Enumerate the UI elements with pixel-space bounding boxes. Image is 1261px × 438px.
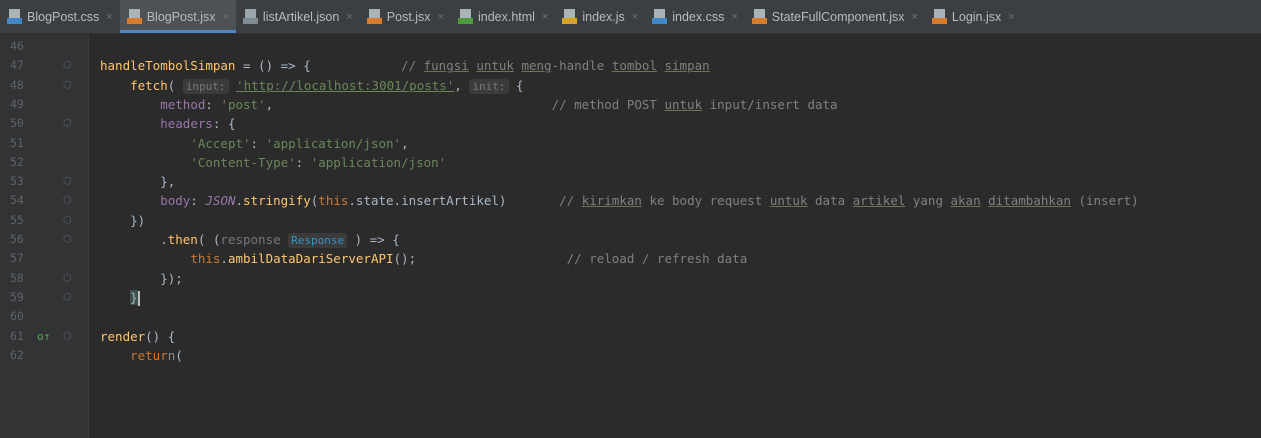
code-line: 59 ⬡ } xyxy=(0,288,1261,307)
tab-label: Post.jsx xyxy=(386,9,431,24)
line-number: 58 xyxy=(10,270,24,285)
code-text: .then( (response Response ) => { xyxy=(100,232,400,248)
code-line: 53 ⬡ }, xyxy=(0,172,1261,191)
fold-marker-icon[interactable]: ⬡ xyxy=(63,114,72,133)
code-line: 49 method: 'post', // method POST untuk … xyxy=(0,95,1261,114)
close-icon[interactable]: × xyxy=(1008,11,1014,23)
line-number: 53 xyxy=(10,174,24,189)
close-icon[interactable]: × xyxy=(346,11,352,23)
line-number: 59 xyxy=(10,289,24,304)
code-text: }); xyxy=(100,270,183,286)
line-number: 57 xyxy=(10,251,24,266)
line-number: 51 xyxy=(10,135,24,150)
line-number: 56 xyxy=(10,232,24,246)
tab-index-js[interactable]: index.js × xyxy=(555,0,645,33)
code-line: 47 ⬡ handleTombolSimpan = () => { // fungs… xyxy=(0,56,1261,75)
text-caret xyxy=(137,290,140,306)
code-text: method: 'post', // method POST untuk inp… xyxy=(160,96,838,112)
tab-statefullcomponent-jsx[interactable]: StateFullComponent.jsx × xyxy=(745,0,925,33)
fold-marker-icon[interactable]: ⬡ xyxy=(63,56,72,75)
fold-marker-icon[interactable]: ⬡ xyxy=(63,211,72,230)
tab-label: listArtikel.json xyxy=(262,9,340,24)
tab-post-jsx[interactable]: Post.jsx × xyxy=(360,0,451,33)
close-icon[interactable]: × xyxy=(542,11,548,23)
close-icon[interactable]: × xyxy=(438,11,444,23)
json-file-icon xyxy=(242,9,258,24)
line-number: 61 xyxy=(10,328,24,343)
code-line: 56 ⬡ .then( (response Response ) => { xyxy=(0,230,1261,249)
line-number: 52 xyxy=(10,154,24,169)
tab-login-jsx[interactable]: Login.jsx × xyxy=(925,0,1022,33)
code-text: }) xyxy=(100,212,146,228)
tab-label: Login.jsx xyxy=(951,9,1002,24)
line-number: 50 xyxy=(10,116,24,131)
jsx-file-icon xyxy=(366,9,382,24)
code-text: handleTombolSimpan = () => { // fungsi u… xyxy=(100,58,710,74)
code-text: fetch( input: 'http://localhost:3001/pos… xyxy=(130,77,524,94)
line-number: 46 xyxy=(10,39,24,53)
code-line: 46 xyxy=(0,37,1261,56)
tab-blogpost-css[interactable]: BlogPost.css × xyxy=(0,0,120,33)
fold-marker-icon[interactable]: ⬡ xyxy=(63,269,72,288)
code-line: 54 ⬡ body: JSON.stringify(this.state.inse… xyxy=(0,191,1261,210)
code-text: headers: { xyxy=(160,116,236,132)
fold-marker-icon[interactable]: ⬡ xyxy=(63,76,72,95)
tab-index-css[interactable]: index.css × xyxy=(645,0,745,33)
fold-marker-icon[interactable]: ⬡ xyxy=(63,288,72,307)
code-text: 'Content-Type': 'application/json' xyxy=(190,154,447,170)
tab-label: index.html xyxy=(477,9,535,24)
code-text: render() { xyxy=(100,328,176,344)
code-line: 58 ⬡ }); xyxy=(0,269,1261,288)
code-line: 50 ⬡ headers: { xyxy=(0,114,1261,133)
tab-listartikel-json[interactable]: listArtikel.json × xyxy=(236,0,360,33)
line-number: 62 xyxy=(10,347,24,362)
close-icon[interactable]: × xyxy=(632,11,638,23)
line-number: 49 xyxy=(10,96,24,111)
css-file-icon xyxy=(7,9,22,24)
jsx-file-icon xyxy=(126,9,142,24)
fold-marker-icon[interactable]: ⬡ xyxy=(63,191,72,210)
code-line: 60 xyxy=(0,307,1261,326)
code-line: 55 ⬡ }) xyxy=(0,211,1261,230)
tab-label: BlogPost.jsx xyxy=(146,9,216,24)
js-file-icon xyxy=(562,9,578,24)
code-line: 48 ⬡ fetch( input: 'http://localhost:3001… xyxy=(0,76,1261,95)
line-number: 47 xyxy=(10,58,24,73)
code-line: 51 'Accept': 'application/json', xyxy=(0,134,1261,153)
code-text: }, xyxy=(100,174,176,190)
tab-label: index.css xyxy=(672,9,725,24)
css-file-icon xyxy=(652,9,668,24)
tab-label: index.js xyxy=(582,9,625,24)
line-number: 55 xyxy=(10,212,24,227)
code-text: return( xyxy=(130,347,183,363)
tab-label: StateFullComponent.jsx xyxy=(771,9,905,24)
code-line: 57 this.ambilDataDariServerAPI(); // rel… xyxy=(0,249,1261,268)
override-method-icon[interactable]: o↑ xyxy=(37,327,50,346)
tab-label: BlogPost.css xyxy=(27,9,100,24)
code-text: 'Accept': 'application/json', xyxy=(190,135,409,151)
code-line: 61 o↑ ⬡ render() { xyxy=(0,327,1261,346)
tab-blogpost-jsx[interactable]: BlogPost.jsx × xyxy=(119,0,237,33)
tab-index-html[interactable]: index.html × xyxy=(451,0,555,33)
code-line: 62 return( xyxy=(0,346,1261,365)
line-number: 48 xyxy=(10,77,24,92)
close-icon[interactable]: × xyxy=(222,11,228,23)
code-text: } xyxy=(130,289,140,306)
jsx-file-icon xyxy=(751,9,767,24)
fold-marker-icon[interactable]: ⬡ xyxy=(63,327,72,346)
code-text: this.ambilDataDariServerAPI(); // reload… xyxy=(190,251,748,267)
code-editor[interactable]: 46 47 ⬡ handleTombolSimpan = () => { // fun… xyxy=(0,34,1261,438)
line-number: 60 xyxy=(10,309,24,324)
fold-marker-icon[interactable]: ⬡ xyxy=(63,230,72,249)
close-icon[interactable]: × xyxy=(106,11,112,23)
editor-tab-bar: BlogPost.css × BlogPost.jsx × listArtikel.js… xyxy=(0,0,1261,34)
close-icon[interactable]: × xyxy=(911,11,917,23)
jsx-file-icon xyxy=(931,9,947,24)
close-icon[interactable]: × xyxy=(731,11,737,23)
html-file-icon xyxy=(457,9,473,24)
line-number: 54 xyxy=(10,193,24,208)
fold-marker-icon[interactable]: ⬡ xyxy=(63,172,72,191)
code-text: body: JSON.stringify(this.state.insertAr… xyxy=(160,193,1139,209)
code-line: 52 'Content-Type': 'application/json' xyxy=(0,153,1261,172)
